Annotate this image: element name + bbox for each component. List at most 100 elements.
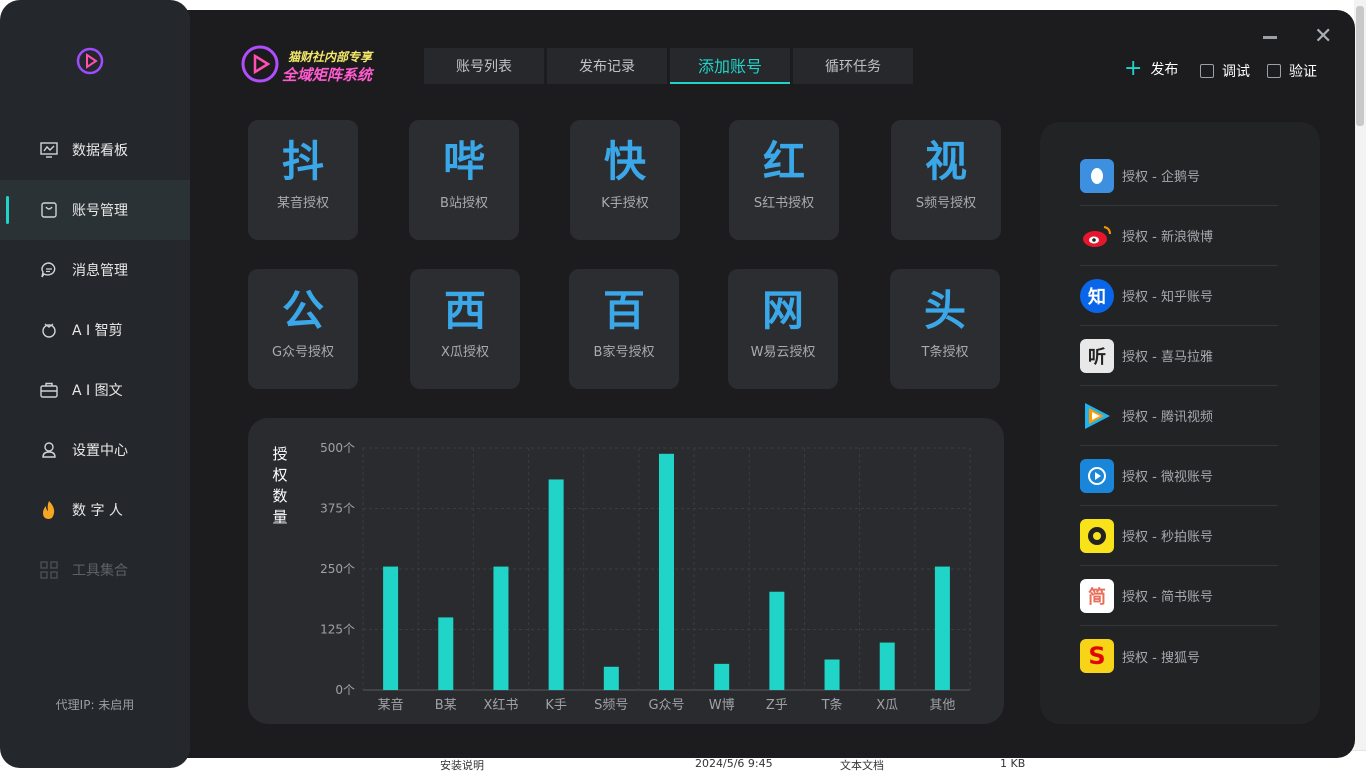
auth-item-label: 授权 - 新浪微博 [1122, 230, 1213, 245]
auth-item-label: 授权 - 简书账号 [1122, 590, 1213, 605]
close-icon[interactable]: ✕ [1314, 24, 1332, 49]
x-tick-label: G众号 [648, 698, 684, 713]
auth-item-weibo[interactable]: 授权 - 新浪微博 [1080, 206, 1278, 266]
plus-icon: + [1124, 56, 1143, 81]
auth-item-weishi[interactable]: 授权 - 微视账号 [1080, 446, 1278, 506]
tile-gongzhonghao[interactable]: 公 G众号授权 [248, 269, 358, 389]
tab-bar: 账号列表 发布记录 添加账号 循环任务 [424, 48, 916, 84]
tile-xiaohongshu[interactable]: 红 S红书授权 [729, 120, 839, 240]
tile-char: 红 [762, 137, 805, 186]
x-tick-label: T条 [821, 697, 843, 713]
x-tick-label: B某 [435, 698, 457, 713]
auth-item-label: 授权 - 腾讯视频 [1122, 410, 1213, 425]
auth-item-label: 授权 - 企鹅号 [1122, 170, 1200, 185]
tile-wangyiyun[interactable]: 网 W易云授权 [728, 269, 838, 389]
tile-baijiahao[interactable]: 百 B家号授权 [569, 269, 679, 389]
tile-char: 公 [281, 286, 324, 335]
tile-label: G众号授权 [271, 345, 335, 360]
tile-bilibili[interactable]: 哔 B站授权 [409, 120, 519, 240]
checkbox-box[interactable] [1200, 64, 1214, 78]
auth-item-zhihu[interactable]: 知 授权 - 知乎账号 [1080, 266, 1278, 326]
x-tick-label: Z乎 [766, 698, 788, 713]
brand-title: 全域矩阵系统 [282, 66, 373, 84]
auth-item-tencent-video[interactable]: 授权 - 腾讯视频 [1080, 386, 1278, 446]
auth-panel: 授权 - 企鹅号 授权 - 新浪微博 知 授权 - 知乎账号 听 授权 - 喜马… [1040, 122, 1320, 724]
tile-char: 抖 [281, 137, 324, 186]
chart-panel: 授权数量 0个 125个 250个 375个 500个 某音 B某 X红书 K手 S频号 G众号 W博… [248, 418, 1004, 724]
auth-item-miaopai[interactable]: 授权 - 秒拍账号 [1080, 506, 1278, 566]
bar [879, 642, 895, 690]
file-type: 文本文档 [840, 759, 884, 772]
tab-loop-tasks[interactable]: 循环任务 [793, 48, 913, 84]
sidebar-item-tools[interactable]: 工具集合 [0, 540, 190, 600]
verify-label: 验证 [1289, 64, 1317, 80]
sidebar-item-digital-human[interactable]: 数 字 人 [0, 480, 190, 540]
auth-item-ximalaya[interactable]: 听 授权 - 喜马拉雅 [1080, 326, 1278, 386]
y-tick-label: 500个 [320, 441, 355, 455]
auth-item-label: 授权 - 微视账号 [1122, 470, 1213, 485]
debug-label: 调试 [1222, 64, 1250, 80]
settings-icon [38, 439, 60, 461]
file-name: 安装说明 [440, 759, 484, 772]
sidebar-item-label: A I 图文 [72, 383, 123, 399]
verify-checkbox[interactable]: 验证 [1267, 61, 1317, 81]
auth-item-label: 授权 - 喜马拉雅 [1122, 350, 1213, 365]
y-tick-label: 250个 [320, 562, 355, 576]
sidebar-item-settings[interactable]: 设置中心 [0, 420, 190, 480]
bar [934, 566, 950, 690]
bar [383, 566, 399, 690]
debug-checkbox[interactable]: 调试 [1200, 61, 1250, 81]
miaopai-icon [1080, 518, 1114, 553]
tab-add-account[interactable]: 添加账号 [670, 48, 790, 84]
bar [714, 663, 730, 690]
app-logo-icon [76, 47, 104, 75]
tools-icon [38, 559, 60, 581]
x-tick-label: S频号 [594, 698, 628, 713]
publish-button[interactable]: + 发布 [1124, 58, 1178, 80]
sidebar-item-dashboard[interactable]: 数据看板 [0, 120, 190, 180]
sidebar-item-ai-cut[interactable]: A I 智剪 [0, 300, 190, 360]
bar [438, 617, 454, 690]
tile-label: B家号授权 [593, 345, 655, 360]
sidebar-item-label: 数 字 人 [72, 503, 123, 519]
sidebar-item-label: 数据看板 [72, 143, 128, 159]
y-tick-label: 125个 [320, 623, 355, 637]
proxy-status: 代理IP: 未启用 [55, 698, 135, 712]
sidebar-item-message[interactable]: 消息管理 [0, 240, 190, 300]
sidebar-item-label: 账号管理 [72, 203, 128, 219]
tile-toutiao[interactable]: 头 T条授权 [890, 269, 1000, 389]
tile-label: S频号授权 [915, 196, 977, 211]
tile-douyin[interactable]: 抖某音授权 [248, 120, 358, 240]
auth-item-jianshu[interactable]: 简 授权 - 简书账号 [1080, 566, 1278, 626]
sidebar-item-ai-article[interactable]: A I 图文 [0, 360, 190, 420]
minimize-icon[interactable] [1263, 36, 1277, 39]
bar [659, 453, 674, 690]
sidebar-item-label: 消息管理 [72, 263, 128, 279]
auth-item-sohu[interactable]: S 授权 - 搜狐号 [1080, 626, 1278, 686]
tab-publish-records[interactable]: 发布记录 [547, 48, 667, 84]
tile-xigua[interactable]: 西 X瓜授权 [410, 269, 520, 389]
checkbox-box[interactable] [1267, 64, 1281, 78]
file-date: 2024/5/6 9:45 [695, 757, 773, 770]
publish-label: 发布 [1150, 62, 1179, 78]
background-scrollbar [1354, 0, 1366, 768]
brand-tagline: 猫财社内部专享 [288, 50, 373, 64]
tile-label: T条授权 [921, 345, 969, 360]
tencent-video-icon [1080, 399, 1114, 433]
sidebar-item-account[interactable]: 账号管理 [0, 180, 190, 240]
weibo-icon [1080, 219, 1114, 253]
tile-kuaishou[interactable]: 快 K手授权 [570, 120, 680, 240]
tile-label: B站授权 [440, 196, 488, 211]
account-icon [38, 199, 60, 221]
tile-char: 哔 [442, 137, 485, 186]
tile-shipinhao[interactable]: 视 S频号授权 [891, 120, 1001, 240]
tab-account-list[interactable]: 账号列表 [424, 48, 544, 84]
auth-item-penguin[interactable]: 授权 - 企鹅号 [1080, 146, 1278, 206]
y-tick-label: 375个 [320, 502, 355, 516]
sohu-icon: S [1080, 639, 1114, 673]
tile-label: S红书授权 [753, 196, 815, 211]
tile-char: 百 [602, 286, 645, 335]
tile-char: 快 [603, 137, 646, 186]
ai-cut-icon [38, 319, 60, 341]
y-tick-label: 0个 [335, 683, 355, 697]
